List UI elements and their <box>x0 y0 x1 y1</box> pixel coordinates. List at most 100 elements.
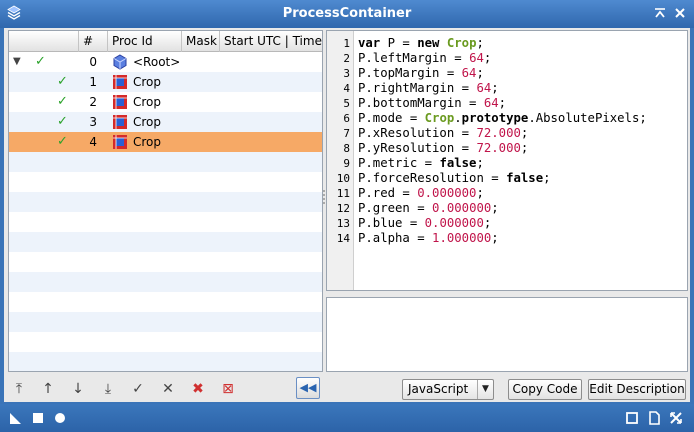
enable-icon[interactable]: ✓ <box>127 379 149 399</box>
process-id: Crop <box>133 75 162 89</box>
move-to-top-icon[interactable]: ⤒ <box>8 379 30 399</box>
code-line[interactable]: P.mode = Crop.prototype.AbsolutePixels; <box>358 111 647 126</box>
enabled-check-icon[interactable]: ✓ <box>57 132 68 152</box>
code-token: P.green = <box>358 201 433 215</box>
code-line[interactable]: P.topMargin = 64; <box>358 66 647 81</box>
code-token: 64 <box>461 66 477 80</box>
crop-process-icon <box>112 114 128 130</box>
language-select[interactable]: JavaScript ▼ <box>402 379 494 400</box>
line-number: 1 <box>343 37 350 50</box>
code-token: P.topMargin = <box>358 66 462 80</box>
code-token: P = <box>380 36 418 50</box>
code-token: false <box>506 171 544 185</box>
header-proc-id[interactable]: Proc Id <box>108 31 182 52</box>
description-box[interactable] <box>326 297 688 372</box>
process-list[interactable]: # Proc Id Mask Start UTC | Time ▼ ✓ 0 <R… <box>8 30 323 372</box>
code-token: P.blue = <box>358 216 425 230</box>
code-line[interactable]: P.green = 0.000000; <box>358 201 647 216</box>
empty-row <box>9 312 322 332</box>
code-token: P.bottomMargin = <box>358 96 484 110</box>
code-token: 0.000000 <box>417 186 477 200</box>
edit-description-button[interactable]: Edit Description <box>588 379 686 400</box>
empty-row <box>9 232 322 252</box>
code-line[interactable]: P.forceResolution = false; <box>358 171 647 186</box>
move-up-icon[interactable]: ↑ <box>37 379 59 399</box>
code-line[interactable]: P.bottomMargin = 64; <box>358 96 647 111</box>
enabled-check-icon[interactable]: ✓ <box>57 72 68 92</box>
code-token: P.mode = <box>358 111 425 125</box>
reset-icon[interactable] <box>668 410 684 426</box>
code-token: ; <box>476 156 484 170</box>
line-number: 14 <box>336 232 350 245</box>
list-item-crop-2[interactable]: ✓ 2 Crop <box>9 92 322 112</box>
code-line[interactable]: var P = new Crop; <box>358 36 647 51</box>
code-line[interactable]: P.rightMargin = 64; <box>358 81 647 96</box>
enabled-check-icon[interactable]: ✓ <box>57 92 68 112</box>
delete-icon[interactable]: ✖ <box>187 379 209 399</box>
code-token: ; <box>543 171 551 185</box>
apply-icon[interactable] <box>52 410 68 426</box>
line-number: 11 <box>336 187 350 200</box>
empty-row <box>9 352 322 371</box>
chevron-down-icon[interactable]: ▼ <box>477 380 493 399</box>
code-line[interactable]: P.red = 0.000000; <box>358 186 647 201</box>
list-item-crop-1[interactable]: ✓ 1 Crop <box>9 72 322 92</box>
header-mask[interactable]: Mask <box>182 31 220 52</box>
document-icon[interactable] <box>646 410 662 426</box>
code-token: ; <box>483 216 492 230</box>
process-index: 0 <box>89 55 97 69</box>
empty-row <box>9 292 322 312</box>
code-token: 72.000 <box>476 141 521 155</box>
list-item-crop-4[interactable]: ✓ 4 Crop <box>9 132 322 152</box>
collapse-button[interactable]: ◀◀ <box>296 377 320 399</box>
close-icon[interactable] <box>672 5 688 21</box>
line-number: 8 <box>343 142 350 155</box>
list-item-crop-3[interactable]: ✓ 3 Crop <box>9 112 322 132</box>
code-line[interactable]: P.alpha = 1.000000; <box>358 231 647 246</box>
line-number: 5 <box>343 97 350 110</box>
code-token: ; <box>476 66 484 80</box>
code-line[interactable]: P.leftMargin = 64; <box>358 51 647 66</box>
code-token: Crop <box>446 36 477 50</box>
delete-all-icon[interactable]: ⊠ <box>217 379 239 399</box>
apply-global-icon[interactable] <box>30 410 46 426</box>
process-id: Crop <box>133 115 162 129</box>
language-value: JavaScript <box>408 382 469 396</box>
code-token: prototype <box>461 111 529 125</box>
enabled-check-icon[interactable]: ✓ <box>57 112 68 132</box>
code-token: P.metric = <box>358 156 440 170</box>
code-token: ; <box>491 81 499 95</box>
title-bar[interactable]: ProcessContainer <box>0 0 694 28</box>
header-index[interactable]: # <box>79 31 108 52</box>
process-index: 4 <box>89 135 97 149</box>
header-start-time[interactable]: Start UTC | Time <box>220 31 322 52</box>
code-editor[interactable]: 1 2 3 4 5 6 7 8 9 10 11 12 13 14 var P = new Crop; P.l… <box>326 30 688 291</box>
code-token: var <box>358 36 381 50</box>
crop-process-icon <box>112 74 128 90</box>
line-numbers: 1 2 3 4 5 6 7 8 9 10 11 12 13 14 <box>327 36 354 246</box>
header-blank <box>9 31 79 52</box>
code-token: ; <box>520 126 529 140</box>
disable-icon[interactable]: ✕ <box>157 379 179 399</box>
crop-process-icon <box>112 134 128 150</box>
code-line[interactable]: P.metric = false; <box>358 156 647 171</box>
code-line[interactable]: P.xResolution = 72.000; <box>358 126 647 141</box>
list-item-root[interactable]: ▼ ✓ 0 <Root> <box>9 52 322 72</box>
new-instance-icon[interactable] <box>8 410 24 426</box>
line-number: 6 <box>343 112 350 125</box>
preview-icon[interactable] <box>624 410 640 426</box>
expand-arrow-icon[interactable]: ▼ <box>13 52 21 72</box>
move-to-bottom-icon[interactable]: ⤓ <box>97 379 119 399</box>
enabled-check-icon[interactable]: ✓ <box>35 52 46 72</box>
code-token: . <box>454 111 462 125</box>
code-line[interactable]: P.blue = 0.000000; <box>358 216 647 231</box>
copy-code-button[interactable]: Copy Code <box>508 379 582 400</box>
move-down-icon[interactable]: ↓ <box>67 379 89 399</box>
source-code[interactable]: var P = new Crop; P.leftMargin = 64; P.top… <box>358 36 647 246</box>
line-number: 2 <box>343 52 350 65</box>
line-number: 3 <box>343 67 350 80</box>
empty-row <box>9 212 322 232</box>
code-line[interactable]: P.yResolution = 72.000; <box>358 141 647 156</box>
shade-icon[interactable] <box>652 5 668 21</box>
